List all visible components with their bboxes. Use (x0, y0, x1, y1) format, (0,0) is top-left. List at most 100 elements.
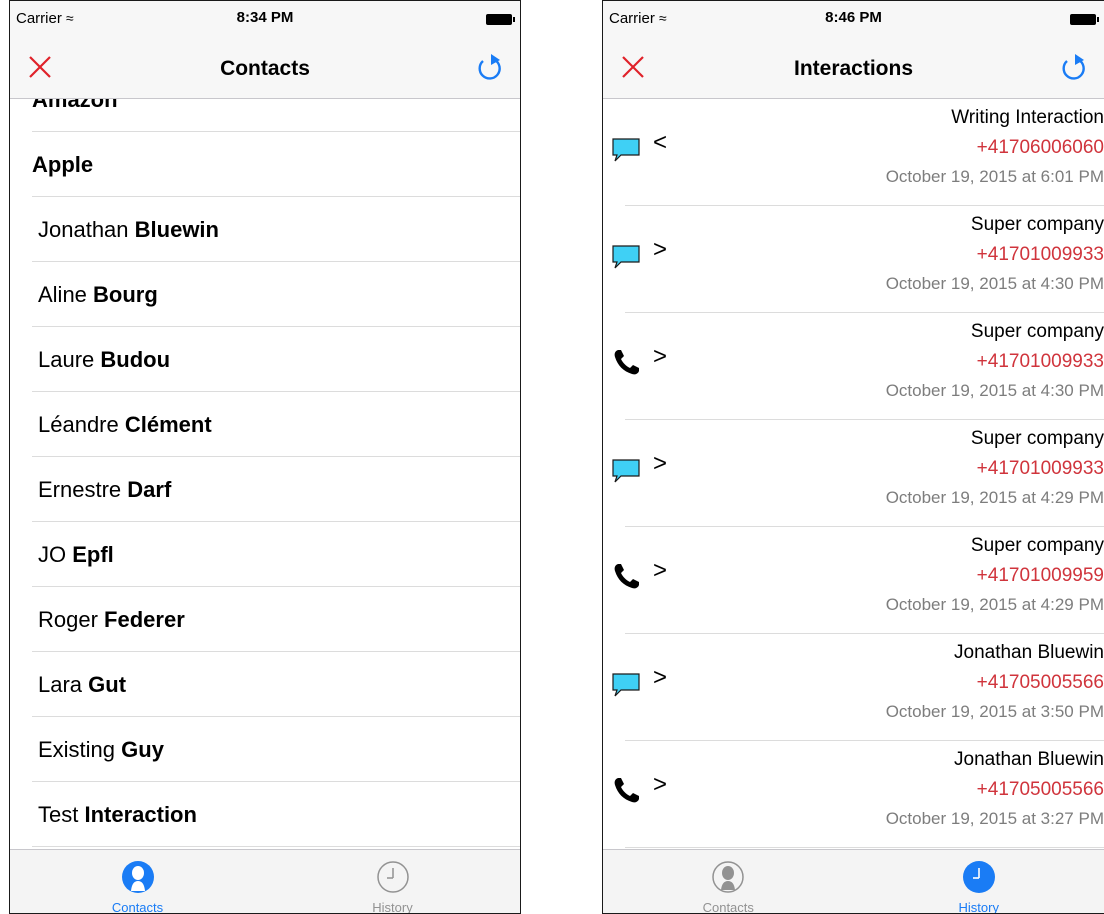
interaction-phone: +41705005566 (976, 779, 1104, 800)
tab-bar: Contacts History (603, 849, 1104, 913)
contact-first-name: Laure (38, 347, 101, 372)
interaction-name: Super company (970, 428, 1104, 449)
page-title: Contacts (220, 57, 310, 80)
contact-first-name: Roger (38, 607, 105, 632)
interaction-row[interactable]: > Jonathan Bluewin +41705005566 October 19,… (603, 741, 1104, 848)
interaction-phone: +41706006060 (976, 137, 1104, 158)
contact-last-name: Interaction (84, 802, 197, 827)
interaction-date: October 19, 2015 at 4:30 PM (885, 381, 1104, 400)
interaction-date: October 19, 2015 at 4:29 PM (885, 595, 1104, 614)
tab-history[interactable]: History (854, 850, 1104, 914)
contact-last-name: Gut (88, 672, 127, 697)
clock-icon (376, 861, 409, 893)
tab-history[interactable]: History (265, 850, 520, 914)
tab-label: History (372, 900, 413, 914)
contact-first-name: Lara (38, 672, 89, 697)
status-bar: Carrier ≈ 8:46 PM (603, 1, 1104, 37)
interaction-row[interactable]: > Jonathan Bluewin +41705005566 October 19,… (603, 634, 1104, 741)
status-time: 8:46 PM (825, 9, 882, 26)
contact-first-name: Jonathan (38, 217, 135, 242)
refresh-icon (1062, 54, 1085, 80)
nav-bar: Interactions (603, 37, 1104, 99)
row-divider (625, 847, 1104, 848)
contact-last-name: Darf (127, 477, 172, 502)
contact-last-name: Bluewin (134, 217, 219, 242)
person-icon (121, 861, 154, 893)
interactions-screen: Carrier ≈ 8:46 PM Interactions < Writing I… (602, 0, 1104, 914)
tab-contacts[interactable]: Contacts (10, 850, 265, 914)
contact-last-name: Apple (32, 152, 94, 177)
contact-last-name: Federer (104, 607, 185, 632)
refresh-button[interactable] (1058, 51, 1090, 83)
status-time: 8:34 PM (236, 9, 294, 26)
message-bubble-icon (611, 133, 641, 163)
direction-indicator: < (653, 129, 668, 156)
phone-icon (611, 775, 641, 805)
message-bubble-icon (611, 240, 641, 270)
contact-row[interactable]: Léandre Clément (32, 392, 520, 457)
contact-row[interactable]: Lara Gut (32, 652, 520, 717)
interaction-row[interactable]: < Writing Interaction +41706006060 October … (603, 99, 1104, 206)
refresh-icon (478, 54, 501, 80)
interaction-name: Writing Interaction (951, 107, 1104, 128)
message-bubble-icon (611, 454, 641, 484)
contact-last-name: Clément (124, 412, 212, 437)
interaction-phone: +41701009959 (976, 565, 1104, 586)
contact-last-name: Bourg (93, 282, 158, 307)
contact-last-name: Amazon (32, 99, 118, 112)
interaction-phone: +41701009933 (976, 458, 1104, 479)
contact-last-name: Budou (100, 347, 171, 372)
nav-bar: Contacts (10, 37, 520, 99)
contact-row[interactable]: Laure Budou (32, 327, 520, 392)
contact-row[interactable]: Jonathan Bluewin (32, 197, 520, 262)
interaction-row[interactable]: > Super company +41701009959 October 19, 20… (603, 527, 1104, 634)
contact-first-name: Aline (38, 282, 94, 307)
direction-indicator: > (653, 450, 668, 477)
direction-indicator: > (653, 664, 668, 691)
contact-row[interactable]: Existing Guy (32, 717, 520, 782)
phone-icon (611, 347, 641, 377)
interaction-row[interactable]: > Super company +41701009933 October 19, 20… (603, 206, 1104, 313)
interaction-date: October 19, 2015 at 6:01 PM (885, 167, 1104, 186)
contacts-screen: Carrier ≈ 8:34 PM Contacts Amazon Apple Jon… (9, 0, 521, 914)
interaction-name: Jonathan Bluewin (954, 749, 1104, 770)
tab-label: Contacts (111, 900, 164, 914)
status-bar: Carrier ≈ 8:34 PM (10, 1, 520, 37)
direction-indicator: > (653, 557, 668, 584)
tab-contacts[interactable]: Contacts (603, 850, 854, 914)
page-title: Interactions (793, 57, 914, 80)
interaction-name: Super company (970, 535, 1104, 556)
contact-row[interactable]: Apple (32, 132, 520, 197)
person-icon (712, 861, 744, 893)
refresh-button[interactable] (474, 51, 506, 83)
interaction-date: October 19, 2015 at 4:30 PM (885, 274, 1104, 293)
interaction-date: October 19, 2015 at 3:27 PM (885, 809, 1104, 828)
contact-row[interactable]: Test Interaction (32, 782, 520, 847)
phone-icon (611, 561, 641, 591)
interaction-phone: +41705005566 (976, 672, 1104, 693)
contact-row[interactable]: Roger Federer (32, 587, 520, 652)
battery-icon (1070, 14, 1099, 25)
interaction-row[interactable]: > Super company +41701009933 October 19, 20… (603, 313, 1104, 420)
interaction-name: Super company (970, 214, 1104, 235)
contact-first-name: JO (38, 542, 73, 567)
contact-row[interactable]: Ernestre Darf (32, 457, 520, 522)
direction-indicator: > (653, 236, 668, 263)
contact-last-name: Guy (121, 737, 164, 762)
contacts-list[interactable]: Amazon Apple Jonathan Bluewin Aline Bourg La… (10, 99, 520, 849)
contact-first-name: Ernestre (38, 477, 128, 502)
contact-row[interactable]: JO Epfl (32, 522, 520, 587)
interaction-row[interactable]: > Super company +41701009933 October 19, 20… (603, 420, 1104, 527)
interaction-phone: +41701009933 (976, 244, 1104, 265)
tab-label: Contacts (702, 900, 754, 914)
interaction-date: October 19, 2015 at 4:29 PM (885, 488, 1104, 507)
contact-first-name: Test (38, 802, 85, 827)
tab-bar: Contacts History (10, 849, 520, 913)
tab-label: History (958, 900, 999, 914)
interaction-date: October 19, 2015 at 3:50 PM (885, 702, 1104, 721)
direction-indicator: > (653, 771, 668, 798)
contact-row[interactable]: Amazon (32, 99, 520, 132)
interactions-list[interactable]: < Writing Interaction +41706006060 October … (603, 99, 1104, 849)
contact-row[interactable]: Aline Bourg (32, 262, 520, 327)
battery-icon (486, 14, 515, 25)
